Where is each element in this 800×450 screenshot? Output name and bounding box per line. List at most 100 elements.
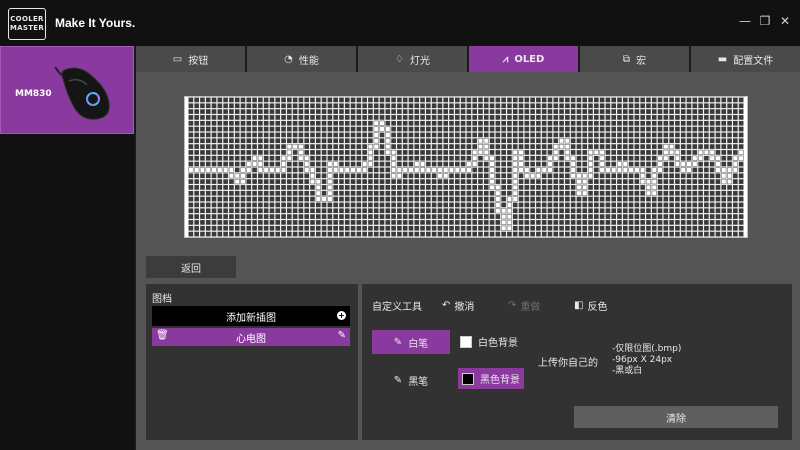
oled-pixel-off <box>680 225 686 231</box>
pencil-icon[interactable]: ✎ <box>338 330 346 341</box>
oled-pixel-off <box>356 144 362 149</box>
oled-pixel-off <box>437 231 443 237</box>
oled-pixel-on <box>727 179 733 185</box>
oled-pixel-on <box>194 167 200 173</box>
oled-pixel-off <box>258 126 263 132</box>
oled-pixel-off <box>205 150 211 155</box>
oled-pixel-off <box>507 132 512 138</box>
redo-button[interactable]: ↷ 重做 <box>508 298 540 313</box>
oled-pixel-off <box>675 97 680 103</box>
upload-own-label[interactable]: 上传你自己的 <box>538 354 598 369</box>
oled-pixel-off <box>229 132 234 138</box>
white-background-option[interactable]: 白色背景 <box>460 334 518 349</box>
black-checkbox[interactable] <box>462 372 474 385</box>
tab-profiles[interactable]: ▬ 配置文件 <box>691 46 800 72</box>
oled-pixel-off <box>350 196 356 202</box>
oled-pixel-off <box>686 214 692 219</box>
oled-pixel-off <box>385 208 391 214</box>
oled-pixel-on <box>564 155 570 161</box>
oled-pixel-off <box>582 167 588 173</box>
oled-pixel-on <box>501 208 507 214</box>
oled-pixel-off <box>321 225 327 231</box>
oled-pixel-off <box>675 103 680 109</box>
oled-pixel-off <box>721 150 727 155</box>
oled-pixel-off <box>246 208 252 214</box>
oled-pixel-off <box>240 185 246 190</box>
minimize-button[interactable]: — <box>738 14 752 28</box>
close-button[interactable]: ✕ <box>778 14 792 28</box>
oled-pixel-off <box>709 167 715 173</box>
oled-pixel-off <box>350 120 356 126</box>
oled-pixel-off <box>686 231 692 237</box>
invert-button[interactable]: ◧ 反色 <box>574 298 607 313</box>
oled-pixel-off <box>483 132 489 138</box>
black-pen-button[interactable]: ✎ 黑笔 <box>372 368 450 392</box>
oled-pixel-off <box>675 132 680 138</box>
oled-pixel-off <box>373 109 379 114</box>
oled-pixel-off <box>709 120 715 126</box>
device-card-mm830[interactable]: MM830 <box>0 46 134 134</box>
oled-pixel-off <box>733 190 738 196</box>
oled-pixel-off <box>715 109 721 114</box>
oled-pixel-off <box>680 150 686 155</box>
oled-pixel-on <box>645 179 652 185</box>
oled-pixel-off <box>344 196 350 202</box>
oled-pixel-off <box>704 202 709 208</box>
oled-pixel-off <box>605 231 611 237</box>
oled-pixel-off <box>339 155 344 161</box>
oled-pixel-off <box>657 132 663 138</box>
oled-pixel-off <box>379 150 385 155</box>
tab-performance[interactable]: ◔ 性能 <box>247 46 356 72</box>
tab-buttons[interactable]: ▭ 按钮 <box>136 46 245 72</box>
tab-lighting[interactable]: ♢ 灯光 <box>358 46 467 72</box>
oled-pixel-off <box>634 220 640 225</box>
oled-pixel-off <box>304 220 310 225</box>
tab-oled[interactable]: ⩘ OLED <box>469 46 578 72</box>
oled-pixel-off <box>524 97 530 103</box>
library-item-ecg[interactable]: 🗑 心电图 ✎ <box>152 328 350 346</box>
oled-pixel-off <box>385 120 391 126</box>
restore-button[interactable]: ❐ <box>758 14 772 28</box>
oled-pixel-off <box>321 190 327 196</box>
undo-button[interactable]: ↶ 撤消 <box>442 298 474 313</box>
oled-pixel-off <box>518 173 524 179</box>
add-new-image-button[interactable]: 添加新插图 + <box>152 306 350 326</box>
black-background-option[interactable]: 黑色背景 <box>458 368 524 389</box>
oled-pixel-off <box>292 103 298 109</box>
back-button[interactable]: 返回 <box>146 256 236 278</box>
white-pen-button[interactable]: ✎ 白笔 <box>372 330 450 354</box>
oled-pixel-off <box>553 103 559 109</box>
oled-pixel-on <box>512 179 518 185</box>
oled-pixel-off <box>240 225 246 231</box>
oled-pixel-off <box>350 231 356 237</box>
oled-pixel-off <box>304 179 310 184</box>
oled-pixel-canvas[interactable] <box>184 96 748 238</box>
oled-pixel-off <box>640 120 645 126</box>
oled-pixel-on <box>727 173 733 179</box>
oled-pixel-off <box>414 190 420 196</box>
oled-pixel-off <box>391 185 396 190</box>
oled-pixel-off <box>559 97 564 103</box>
trash-icon[interactable]: 🗑 <box>156 330 169 341</box>
oled-pixel-off <box>559 185 564 190</box>
oled-pixel-off <box>269 196 275 202</box>
oled-pixel-off <box>402 185 408 190</box>
white-checkbox[interactable] <box>460 335 472 348</box>
oled-pixel-off <box>536 185 541 190</box>
oled-pixel-off <box>680 126 686 132</box>
oled-pixel-off <box>455 225 460 231</box>
tab-macro[interactable]: ⧉ 宏 <box>580 46 689 72</box>
oled-pixel-off <box>281 138 286 144</box>
oled-pixel-off <box>431 173 437 179</box>
oled-pixel-off <box>512 202 518 208</box>
oled-pixel-off <box>281 220 286 225</box>
oled-pixel-on <box>211 167 217 173</box>
oled-pixel-off <box>333 109 338 114</box>
mouse-buttons-icon: ▭ <box>172 53 183 65</box>
oled-pixel-off <box>327 225 333 231</box>
clear-button[interactable]: 清除 <box>574 406 778 428</box>
oled-pixel-off <box>507 167 512 173</box>
oled-pixel-off <box>582 109 588 114</box>
oled-pixel-off <box>646 150 651 155</box>
oled-pixel-off <box>559 173 564 179</box>
